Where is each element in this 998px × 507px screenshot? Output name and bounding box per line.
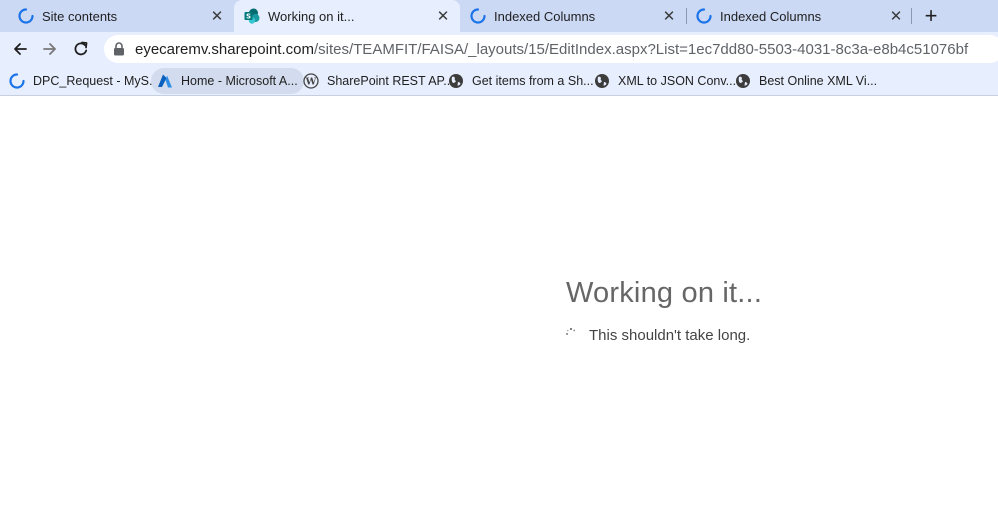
tab-site-contents[interactable]: Site contents ✕ (0, 0, 234, 32)
loading-spinner-icon (696, 8, 712, 24)
bookmark-label: SharePoint REST AP... (327, 74, 454, 88)
tab-title: Working on it... (268, 8, 355, 24)
browser-toolbar: eyecaremv.sharepoint.com/sites/TEAMFIT/F… (0, 32, 998, 66)
reload-icon[interactable] (69, 37, 93, 61)
loading-spinner-icon (565, 326, 577, 338)
sharepoint-icon: S (244, 8, 260, 24)
tab-title: Indexed Columns (720, 8, 822, 24)
tab-separator (911, 8, 912, 24)
loading-spinner-icon (470, 8, 486, 24)
page-subtitle: This shouldn't take long. (589, 327, 751, 344)
tab-title: Site contents (42, 8, 118, 24)
bookmark-get-items[interactable]: Get items from a Sh... (442, 68, 600, 94)
tab-indexed-columns-2[interactable]: Indexed Columns ✕ (687, 0, 913, 32)
bookmark-label: XML to JSON Conv... (618, 74, 737, 88)
tab-indexed-columns[interactable]: Indexed Columns ✕ (460, 0, 686, 32)
bookmark-sharepoint-rest-api[interactable]: W SharePoint REST AP... (297, 68, 460, 94)
lock-icon[interactable] (113, 42, 125, 56)
back-arrow-icon[interactable] (8, 37, 32, 61)
bookmark-label: Get items from a Sh... (472, 74, 594, 88)
url-host: eyecaremv.sharepoint.com (135, 40, 314, 58)
bookmark-home-microsoft-azure[interactable]: Home - Microsoft A... (151, 68, 304, 94)
loading-spinner-icon (9, 73, 25, 89)
url-text: eyecaremv.sharepoint.com/sites/TEAMFIT/F… (135, 41, 968, 58)
bookmark-label: Home - Microsoft A... (181, 74, 298, 88)
loading-spinner-icon (18, 8, 34, 24)
azure-icon (157, 73, 173, 89)
forward-arrow-icon[interactable] (38, 37, 62, 61)
close-tab-icon[interactable]: ✕ (434, 7, 452, 25)
bookmark-label: Best Online XML Vi... (759, 74, 878, 88)
close-tab-icon[interactable]: ✕ (887, 7, 905, 25)
tab-strip: Site contents ✕ S Working on it... ✕ Ind… (0, 0, 998, 32)
new-tab-button[interactable]: + (919, 3, 943, 28)
globe-icon (735, 73, 751, 89)
wordpress-icon: W (303, 73, 319, 89)
tab-title: Indexed Columns (494, 8, 596, 24)
page-title: Working on it... (566, 277, 763, 309)
bookmarks-bar: DPC_Request - MyS... Home - Microsoft A.… (0, 66, 998, 96)
page-content: Working on it... This shouldn't take lon… (0, 97, 998, 507)
bookmark-xml-to-json[interactable]: XML to JSON Conv... (588, 68, 742, 94)
globe-icon (594, 73, 610, 89)
svg-text:W: W (305, 77, 317, 88)
url-path: /sites/TEAMFIT/FAISA/_layouts/15/EditInd… (313, 40, 969, 58)
close-tab-icon[interactable]: ✕ (208, 7, 226, 25)
globe-icon (448, 73, 464, 89)
close-tab-icon[interactable]: ✕ (660, 7, 678, 25)
bookmark-label: DPC_Request - MyS... (33, 74, 160, 88)
bookmark-best-online-xml[interactable]: Best Online XML Vi... (729, 68, 883, 94)
tab-working-on-it[interactable]: S Working on it... ✕ (234, 0, 460, 32)
bookmark-dpc-request[interactable]: DPC_Request - MyS... (3, 68, 165, 94)
svg-text:S: S (246, 13, 251, 21)
address-bar[interactable]: eyecaremv.sharepoint.com/sites/TEAMFIT/F… (104, 35, 998, 63)
